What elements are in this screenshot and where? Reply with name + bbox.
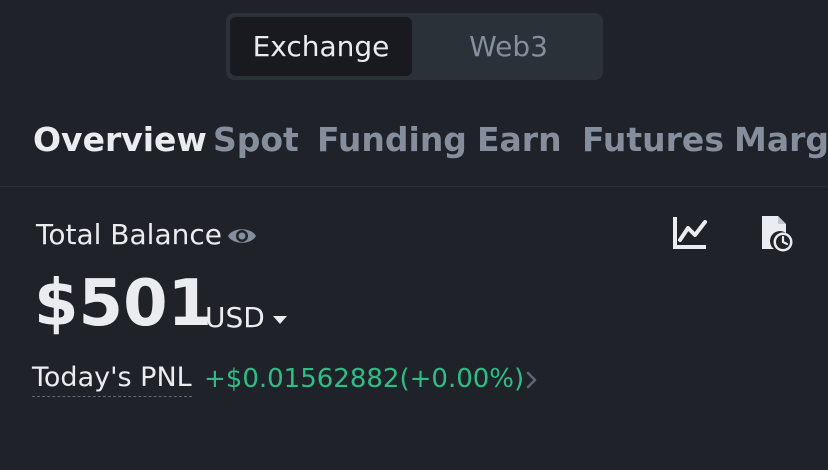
chart-icon[interactable]: [672, 214, 708, 250]
currency-selector[interactable]: USD: [205, 301, 265, 334]
chevron-right-icon[interactable]: [525, 370, 539, 390]
caret-down-icon[interactable]: [272, 314, 288, 326]
eye-icon[interactable]: [226, 222, 258, 250]
todays-pnl-value: +$0.01562882(+0.00%): [204, 364, 525, 394]
total-balance-label: Total Balance: [36, 218, 222, 251]
wallet-tabs: Overview Spot Funding Earn Futures Margi…: [0, 118, 828, 168]
todays-pnl-label[interactable]: Today's PNL: [32, 362, 192, 397]
history-icon[interactable]: [758, 214, 794, 252]
tab-earn[interactable]: Earn: [477, 120, 562, 159]
tabs-divider: [0, 186, 828, 187]
tab-funding[interactable]: Funding: [317, 120, 467, 159]
tab-overview[interactable]: Overview: [33, 120, 207, 159]
exchange-toggle[interactable]: Exchange: [230, 17, 412, 76]
tab-margin[interactable]: Margin: [734, 120, 828, 159]
total-balance-amount: $501: [34, 267, 213, 341]
web3-toggle[interactable]: Web3: [418, 17, 599, 76]
exchange-web3-switch: Exchange Web3: [226, 13, 603, 80]
tab-spot[interactable]: Spot: [213, 120, 299, 159]
wallet-overview-screen: Exchange Web3 Overview Spot Funding Earn…: [0, 0, 828, 470]
tab-futures[interactable]: Futures: [582, 120, 724, 159]
